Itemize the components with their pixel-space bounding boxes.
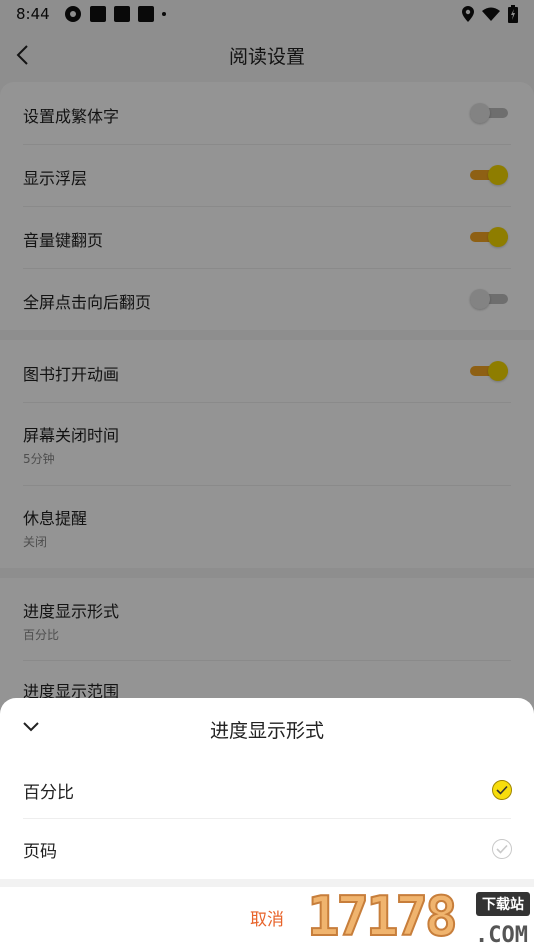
sheet-header: 进度显示形式 — [0, 698, 534, 760]
cancel-label: 取消 — [250, 910, 284, 930]
option-label: 页码 — [23, 842, 57, 862]
watermark-badge: 下载站 — [476, 892, 530, 916]
watermark-suffix: .COM — [475, 923, 528, 948]
option-page-number[interactable]: 页码 — [0, 819, 534, 879]
watermark-digits: 17178 — [306, 884, 459, 949]
checked-circle-icon — [492, 780, 512, 800]
option-label: 百分比 — [23, 783, 74, 803]
sheet-title: 进度显示形式 — [209, 720, 324, 742]
option-percentage[interactable]: 百分比 — [0, 760, 534, 820]
unchecked-circle-icon — [492, 839, 512, 859]
site-watermark: 17178 下载站 .COM — [306, 884, 532, 950]
